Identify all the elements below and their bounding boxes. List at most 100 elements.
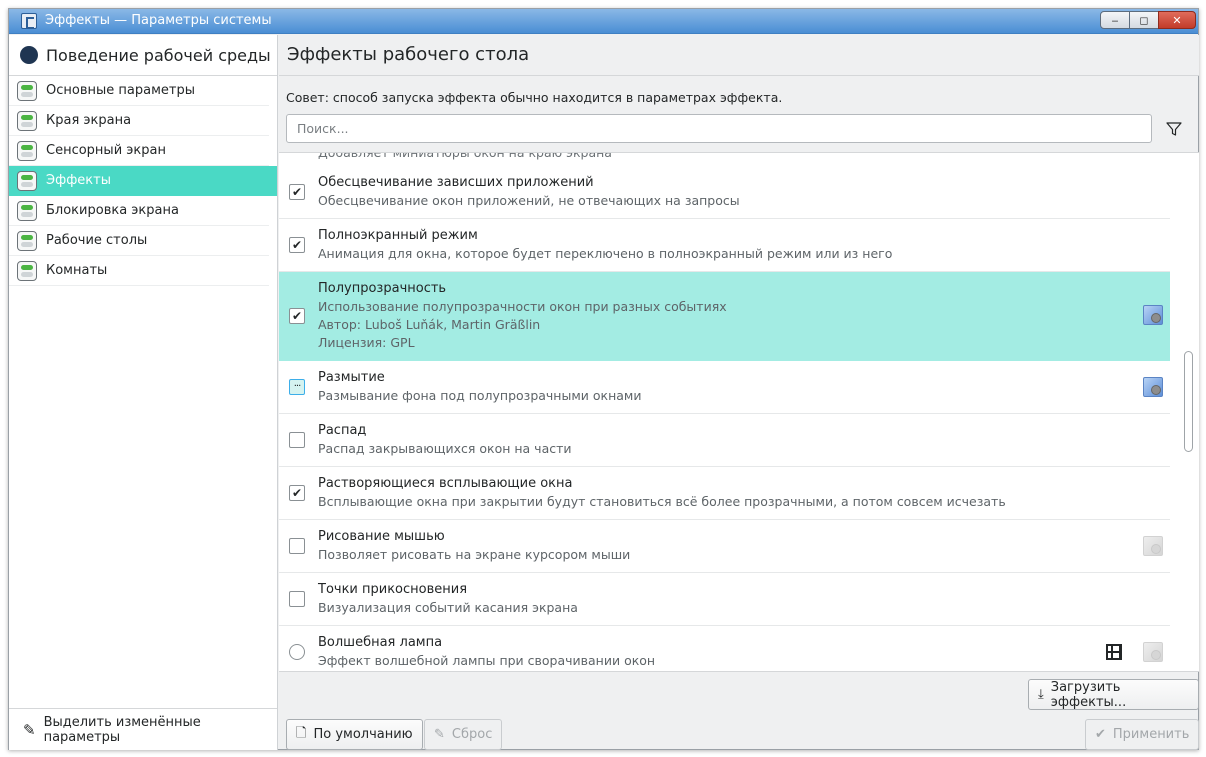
configure-icon	[1143, 536, 1163, 556]
filter-button[interactable]	[1162, 117, 1186, 141]
effects-list[interactable]: Добавляет миниатюры окон на краю экрана …	[279, 152, 1199, 672]
back-circle-icon	[20, 46, 38, 64]
effect-checkbox[interactable]: ✔	[289, 184, 305, 200]
effect-row[interactable]: ✔ Растворяющиеся всплывающие окна Всплыв…	[279, 467, 1170, 520]
effect-checkbox-partial[interactable]: ···	[289, 379, 305, 395]
effect-desc: Анимация для окна, которое будет переклю…	[318, 246, 893, 261]
effect-row[interactable]: Точки прикосновения Визуализация событий…	[279, 573, 1170, 626]
video-icon[interactable]	[1106, 644, 1122, 660]
defaults-label: По умолчанию	[313, 727, 413, 742]
configure-icon[interactable]	[1143, 305, 1163, 325]
effect-desc: Размывание фона под полупрозрачными окна…	[318, 388, 642, 403]
effect-license: Лицензия: GPL	[318, 335, 415, 350]
effect-name: Распад	[318, 423, 367, 438]
effect-desc: Визуализация событий касания экрана	[318, 600, 578, 615]
sidebar: Поведение рабочей среды Основные парамет…	[9, 35, 278, 750]
maximize-button[interactable]: ◻	[1129, 11, 1159, 29]
sidebar-item-general[interactable]: Основные параметры	[9, 76, 269, 106]
reset-button[interactable]: ✎ Сброс	[424, 719, 503, 750]
effect-checkbox[interactable]	[289, 591, 305, 607]
effect-author: Автор: Luboš Luňák, Martin Gräßlin	[318, 317, 541, 332]
search-input[interactable]: Поиск...	[286, 114, 1152, 143]
effect-radio[interactable]	[289, 644, 305, 660]
clipped-effect-desc: Добавляет миниатюры окон на краю экрана	[318, 152, 612, 160]
effect-checkbox[interactable]: ✔	[289, 485, 305, 501]
configure-icon[interactable]	[1143, 377, 1163, 397]
system-settings-icon	[21, 13, 37, 29]
effect-row[interactable]: Волшебная лампа Эффект волшебной лампы п…	[279, 626, 1170, 671]
effect-desc: Обесцвечивание окон приложений, не отвеч…	[318, 193, 740, 208]
effect-name: Полноэкранный режим	[318, 228, 478, 243]
sidebar-item-label: Сенсорный экран	[46, 143, 166, 158]
toggle-settings-icon	[17, 260, 37, 281]
toggle-settings-icon	[17, 80, 37, 101]
document-icon: 🗋	[296, 725, 307, 741]
effect-name: Рисование мышью	[318, 529, 445, 544]
effect-row-selected[interactable]: ✔ Полупрозрачность Использование полупро…	[279, 272, 1170, 361]
sidebar-item-touch-screen[interactable]: Сенсорный экран	[9, 136, 269, 166]
effect-desc: Распад закрывающихся окон на части	[318, 441, 572, 456]
sidebar-item-label: Блокировка экрана	[46, 203, 179, 218]
hint-text: Совет: способ запуска эффекта обычно нах…	[286, 90, 783, 105]
eraser-icon: ✎	[434, 727, 445, 742]
effect-checkbox[interactable]: ✔	[289, 237, 305, 253]
sidebar-item-label: Комнаты	[46, 263, 108, 278]
effect-name: Полупрозрачность	[318, 281, 447, 296]
checkmark-icon: ✔	[1095, 727, 1106, 742]
minimize-button[interactable]: ‒	[1100, 11, 1130, 29]
effect-name: Размытие	[318, 370, 385, 385]
effect-desc: Позволяет рисовать на экране курсором мы…	[318, 547, 631, 562]
download-effects-label: Загрузить эффекты...	[1050, 679, 1127, 710]
effect-desc: Всплывающие окна при закрытии будут стан…	[318, 494, 1006, 509]
sidebar-item-label: Рабочие столы	[46, 233, 148, 248]
pen-icon: ✎	[23, 720, 36, 739]
toggle-settings-icon	[17, 110, 37, 131]
page-title: Эффекты рабочего стола	[279, 35, 1199, 76]
close-button[interactable]: ✕	[1158, 11, 1196, 29]
sidebar-item-effects[interactable]: Эффекты	[9, 166, 277, 196]
effect-checkbox[interactable]	[289, 432, 305, 448]
sidebar-list: Основные параметры Края экрана Сенсорный…	[9, 76, 277, 286]
effect-name: Обесцвечивание зависших приложений	[318, 175, 594, 190]
sidebar-item-label: Эффекты	[46, 173, 111, 188]
list-scrollbar[interactable]	[1184, 152, 1193, 672]
settings-window: Эффекты — Параметры системы ‒ ◻ ✕ Поведе…	[8, 8, 1200, 750]
sidebar-item-virtual-desktops[interactable]: Рабочие столы	[9, 226, 269, 256]
apply-label: Применить	[1112, 727, 1190, 742]
sidebar-item-activities[interactable]: Комнаты	[9, 256, 269, 286]
configure-icon	[1143, 642, 1163, 662]
filter-icon	[1166, 122, 1182, 136]
sidebar-item-screen-lock[interactable]: Блокировка экрана	[9, 196, 269, 226]
effect-row[interactable]: ··· Размытие Размывание фона под полупро…	[279, 361, 1170, 414]
effect-row[interactable]: ✔ Обесцвечивание зависших приложений Обе…	[279, 166, 1170, 219]
defaults-button[interactable]: 🗋 По умолчанию	[286, 719, 423, 750]
effect-desc: Использование полупрозрачности окон при …	[318, 299, 727, 314]
download-icon: ⤓	[1038, 687, 1044, 702]
reset-label: Сброс	[451, 727, 493, 742]
toggle-settings-icon	[17, 140, 37, 161]
sidebar-header-title: Поведение рабочей среды	[46, 45, 271, 65]
effect-row[interactable]: Рисование мышью Позволяет рисовать на эк…	[279, 520, 1170, 573]
sidebar-item-label: Края экрана	[46, 113, 132, 128]
title-bar[interactable]: Эффекты — Параметры системы ‒ ◻ ✕	[9, 9, 1198, 34]
highlight-changed-label: Выделить изменённые параметры	[43, 714, 201, 745]
effect-name: Волшебная лампа	[318, 635, 443, 650]
effect-checkbox[interactable]: ✔	[289, 308, 305, 324]
main-panel: Эффекты рабочего стола Совет: способ зап…	[279, 35, 1200, 750]
sidebar-header[interactable]: Поведение рабочей среды	[9, 35, 277, 76]
effect-checkbox[interactable]	[289, 538, 305, 554]
effect-row[interactable]: ✔ Полноэкранный режим Анимация для окна,…	[279, 219, 1170, 272]
window-title: Эффекты — Параметры системы	[45, 13, 272, 28]
highlight-changed-settings-button[interactable]: ✎ Выделить изменённые параметры	[9, 708, 277, 750]
toggle-settings-icon	[17, 200, 37, 221]
toggle-settings-icon	[17, 230, 37, 251]
effect-name: Точки прикосновения	[318, 582, 468, 597]
sidebar-item-screen-edges[interactable]: Края экрана	[9, 106, 269, 136]
effect-name: Растворяющиеся всплывающие окна	[318, 476, 573, 491]
scrollbar-thumb[interactable]	[1184, 351, 1193, 452]
sidebar-item-label: Основные параметры	[46, 83, 195, 98]
toggle-settings-icon	[17, 170, 37, 191]
effect-row[interactable]: Распад Распад закрывающихся окон на част…	[279, 414, 1170, 467]
apply-button[interactable]: ✔ Применить	[1085, 719, 1200, 750]
download-effects-button[interactable]: ⤓ Загрузить эффекты...	[1028, 679, 1199, 710]
